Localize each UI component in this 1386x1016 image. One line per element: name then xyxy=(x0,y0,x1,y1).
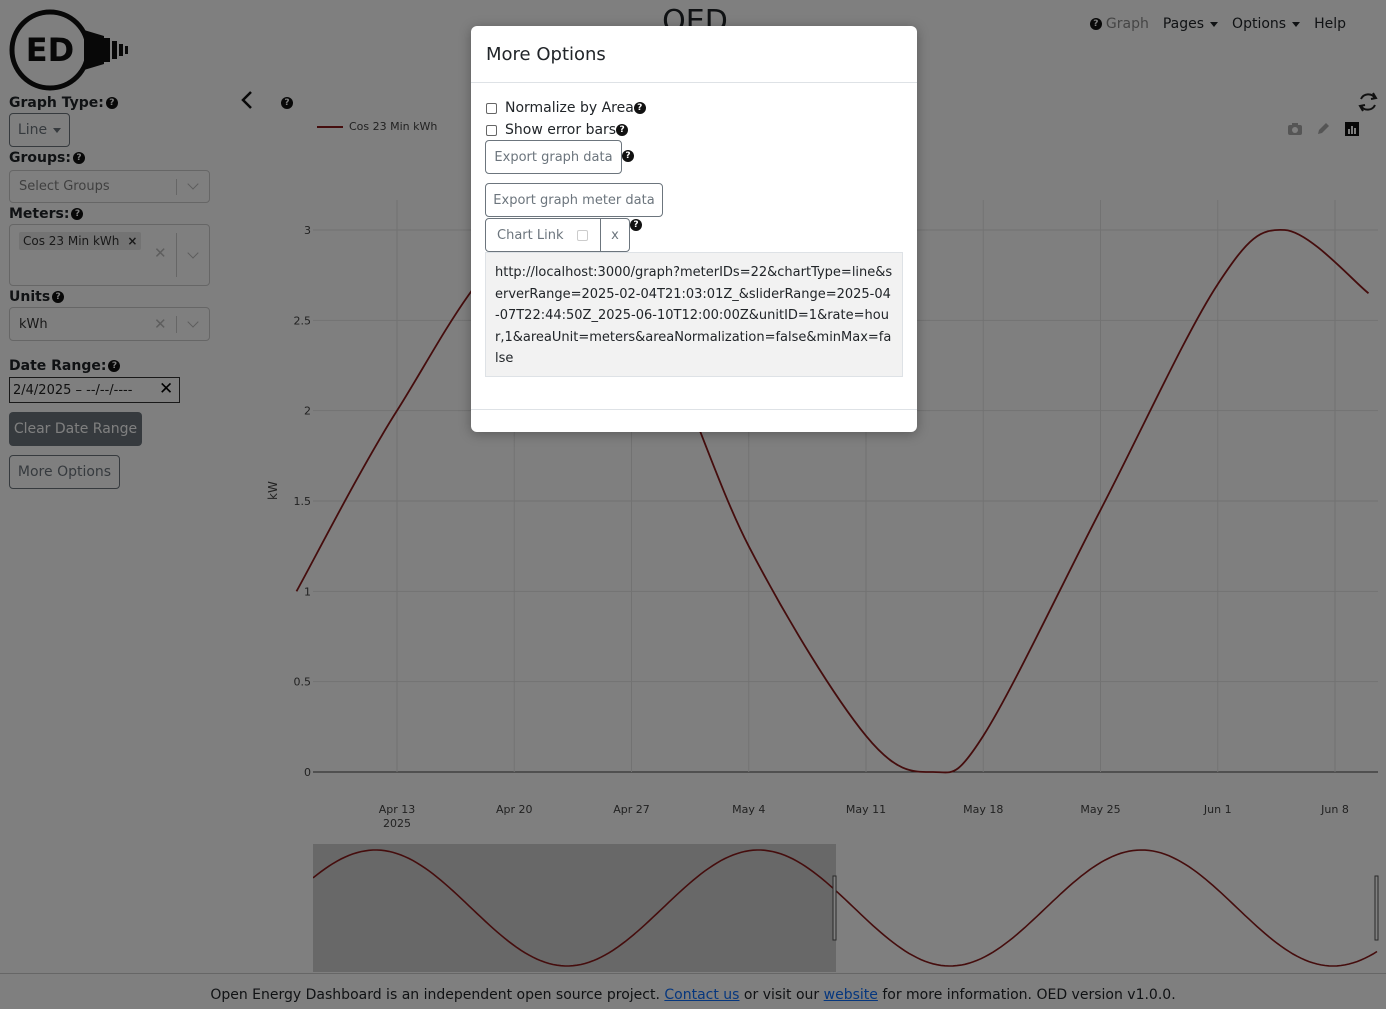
chart-link-label: Chart Link xyxy=(497,228,563,243)
chart-link-checkbox[interactable] xyxy=(577,230,588,241)
modal-footer-divider xyxy=(471,409,917,410)
help-icon[interactable]: ? xyxy=(622,150,634,162)
export-graph-data-label: Export graph data xyxy=(494,150,612,165)
error-bars-row: Show error bars ? xyxy=(486,122,628,138)
chart-link-group: Chart Link x xyxy=(485,218,630,252)
error-bars-label: Show error bars xyxy=(505,122,616,138)
export-meter-data-label: Export graph meter data xyxy=(493,193,654,208)
export-meter-data-button[interactable]: Export graph meter data xyxy=(485,183,663,217)
normalize-checkbox[interactable] xyxy=(486,103,497,114)
normalize-row: Normalize by Area ? xyxy=(486,100,646,116)
modal-title: More Options xyxy=(486,44,606,65)
modal-header-divider xyxy=(471,82,917,83)
help-icon[interactable]: ? xyxy=(630,219,642,231)
help-icon[interactable]: ? xyxy=(616,124,628,136)
chart-link-url[interactable]: http://localhost:3000/graph?meterIDs=22&… xyxy=(485,252,903,377)
chart-link-close-button[interactable]: x xyxy=(600,219,629,251)
chart-link-toggle[interactable]: Chart Link xyxy=(486,219,600,251)
normalize-label: Normalize by Area xyxy=(505,100,634,116)
help-icon[interactable]: ? xyxy=(634,102,646,114)
chart-link-close-label: x xyxy=(611,228,619,243)
more-options-modal: More Options Normalize by Area ? Show er… xyxy=(471,26,917,432)
error-bars-checkbox[interactable] xyxy=(486,125,497,136)
export-graph-data-button[interactable]: Export graph data xyxy=(485,140,622,174)
